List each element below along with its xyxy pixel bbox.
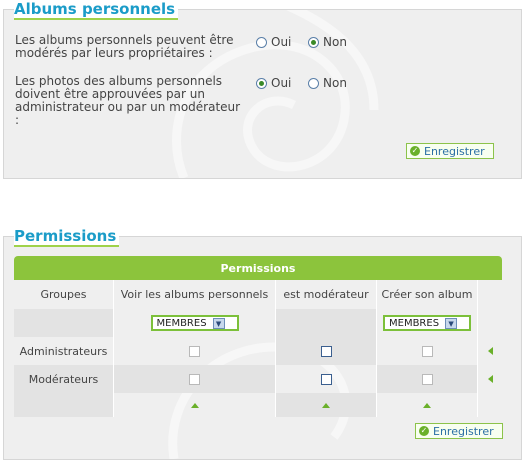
filter-cell-spacer: [478, 309, 502, 337]
row-group-name: Modérateurs: [14, 365, 114, 393]
col-groupes: Groupes: [14, 280, 114, 309]
admin-creer-checkbox[interactable]: [421, 345, 433, 357]
q2-no-radio[interactable]: [308, 77, 319, 89]
arrow-up-icon[interactable]: [423, 402, 431, 408]
table-row: Administrateurs: [14, 337, 502, 365]
toggle-cell-voir: [114, 393, 276, 417]
permissions-save-button[interactable]: ✓ Enregistrer: [415, 423, 503, 439]
chevron-down-icon[interactable]: ▼: [445, 317, 458, 329]
toggle-cell-spacer: [478, 393, 502, 417]
q1-yes-option[interactable]: Oui: [256, 35, 291, 49]
row-toggle-cell: [478, 365, 502, 393]
col-creer-album: Créer son album: [377, 280, 478, 309]
toggle-cell-creer: [377, 393, 478, 417]
row-toggle-cell: [478, 337, 502, 365]
q2-no-option[interactable]: Non: [308, 76, 347, 90]
albums-section-title: Albums personnels: [14, 0, 179, 20]
column-header-row: Groupes Voir les albums personnels est m…: [14, 280, 502, 309]
toggle-cell-moderateur: [276, 393, 377, 417]
permissions-section-title: Permissions: [14, 227, 120, 247]
column-toggle-row: [14, 393, 502, 417]
albums-title-text: Albums personnels: [14, 0, 176, 18]
mod-creer-checkbox[interactable]: [421, 373, 433, 385]
creer-cell: [377, 365, 478, 393]
q1-no-option[interactable]: Non: [308, 35, 347, 49]
title-underline: [14, 245, 120, 247]
moderateur-cell: [276, 337, 377, 365]
filter-cell-creer: MEMBRES ▼: [377, 309, 478, 337]
title-underline: [14, 18, 179, 20]
q2-yes-radio[interactable]: [256, 77, 267, 89]
admin-voir-checkbox[interactable]: [189, 345, 200, 357]
filter-cell-empty: [14, 309, 114, 337]
col-creer-album-label: Créer son album: [381, 288, 473, 301]
mod-moderateur-checkbox[interactable]: [320, 373, 332, 385]
row-group-name: Administrateurs: [14, 337, 114, 365]
q2-yes-option[interactable]: Oui: [256, 76, 291, 90]
table-title: Permissions: [220, 261, 296, 275]
arrow-up-icon[interactable]: [190, 402, 199, 408]
q1-label: Les albums personnels peuvent être modér…: [15, 33, 234, 60]
toggle-cell-empty: [14, 393, 114, 417]
col-moderateur-label: est modérateur: [283, 288, 369, 301]
check-icon: ✓: [410, 146, 420, 156]
albums-save-label: Enregistrer: [424, 144, 485, 158]
col-voir-albums: Voir les albums personnels: [114, 280, 276, 309]
table-row: Modérateurs: [14, 365, 502, 393]
q1-yes-radio[interactable]: [256, 36, 267, 48]
group-moderateurs-label: Modérateurs: [28, 372, 99, 386]
col-moderateur: est modérateur: [276, 280, 377, 309]
filter-row: MEMBRES ▼ MEMBRES ▼: [14, 309, 502, 337]
permissions-table-header: Permissions: [14, 256, 502, 280]
chevron-down-icon[interactable]: ▼: [212, 317, 225, 329]
col-spacer: [478, 280, 502, 309]
moderateur-cell: [276, 365, 377, 393]
filter-cell-empty: [276, 309, 377, 337]
col-groupes-label: Groupes: [40, 288, 87, 301]
permissions-table: Permissions Groupes Voir les albums pers…: [14, 256, 502, 417]
filter-cell-voir: MEMBRES ▼: [114, 309, 276, 337]
voir-select-value: MEMBRES: [156, 317, 207, 329]
group-admin-label: Administrateurs: [19, 344, 108, 358]
creer-select-value: MEMBRES: [389, 317, 440, 329]
voir-cell: [114, 365, 276, 393]
q1-yes-label: Oui: [271, 35, 292, 49]
q1-no-radio[interactable]: [308, 36, 319, 48]
q2-yes-label: Oui: [271, 76, 292, 90]
admin-moderateur-checkbox[interactable]: [320, 345, 332, 357]
permissions-save-label: Enregistrer: [433, 424, 494, 438]
q2-no-label: Non: [323, 76, 347, 90]
arrow-left-icon[interactable]: [487, 375, 493, 383]
voir-cell: [114, 337, 276, 365]
arrow-up-icon[interactable]: [322, 402, 330, 408]
col-voir-albums-label: Voir les albums personnels: [120, 288, 269, 301]
permissions-title-text: Permissions: [14, 227, 117, 245]
arrow-left-icon[interactable]: [487, 347, 493, 355]
q2-label: Les photos des albums personnels doivent…: [15, 74, 241, 127]
q1-no-label: Non: [323, 35, 347, 49]
albums-save-button[interactable]: ✓ Enregistrer: [406, 143, 494, 159]
mod-voir-checkbox[interactable]: [189, 373, 200, 385]
check-icon: ✓: [419, 426, 429, 436]
creer-group-select[interactable]: MEMBRES ▼: [383, 315, 471, 331]
voir-group-select[interactable]: MEMBRES ▼: [150, 315, 239, 331]
creer-cell: [377, 337, 478, 365]
